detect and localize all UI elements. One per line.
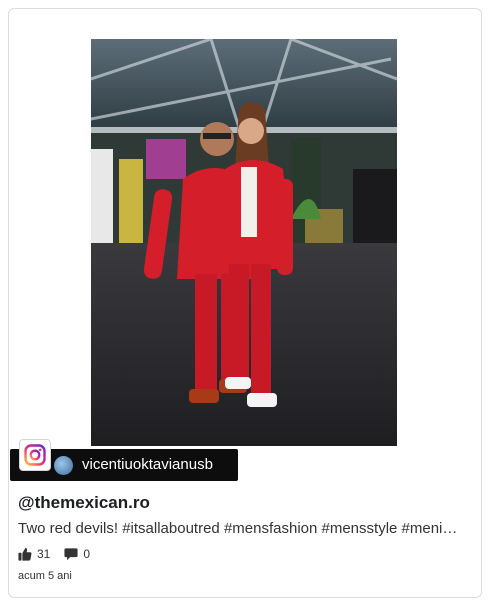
comments-count: 0 bbox=[83, 547, 91, 561]
post-timestamp: acum 5 ani bbox=[18, 570, 72, 582]
post-caption: Two red devils! #itsallaboutred #mensfas… bbox=[18, 520, 458, 537]
user-avatar bbox=[54, 456, 73, 475]
instagram-icon bbox=[24, 444, 46, 466]
photo-illustration bbox=[91, 39, 397, 446]
account-name[interactable]: @themexican.ro bbox=[18, 493, 150, 513]
post-stats: 31 0 bbox=[18, 546, 104, 562]
username-label[interactable]: vicentiuoktavianusb bbox=[82, 456, 213, 474]
instagram-badge[interactable] bbox=[19, 439, 51, 471]
comments-stat: 0 bbox=[64, 547, 90, 561]
post-photo[interactable] bbox=[91, 39, 397, 446]
likes-count: 31 bbox=[37, 547, 51, 561]
likes-stat: 31 bbox=[18, 547, 50, 561]
thumbs-up-icon bbox=[18, 547, 32, 561]
comment-icon bbox=[64, 548, 78, 561]
